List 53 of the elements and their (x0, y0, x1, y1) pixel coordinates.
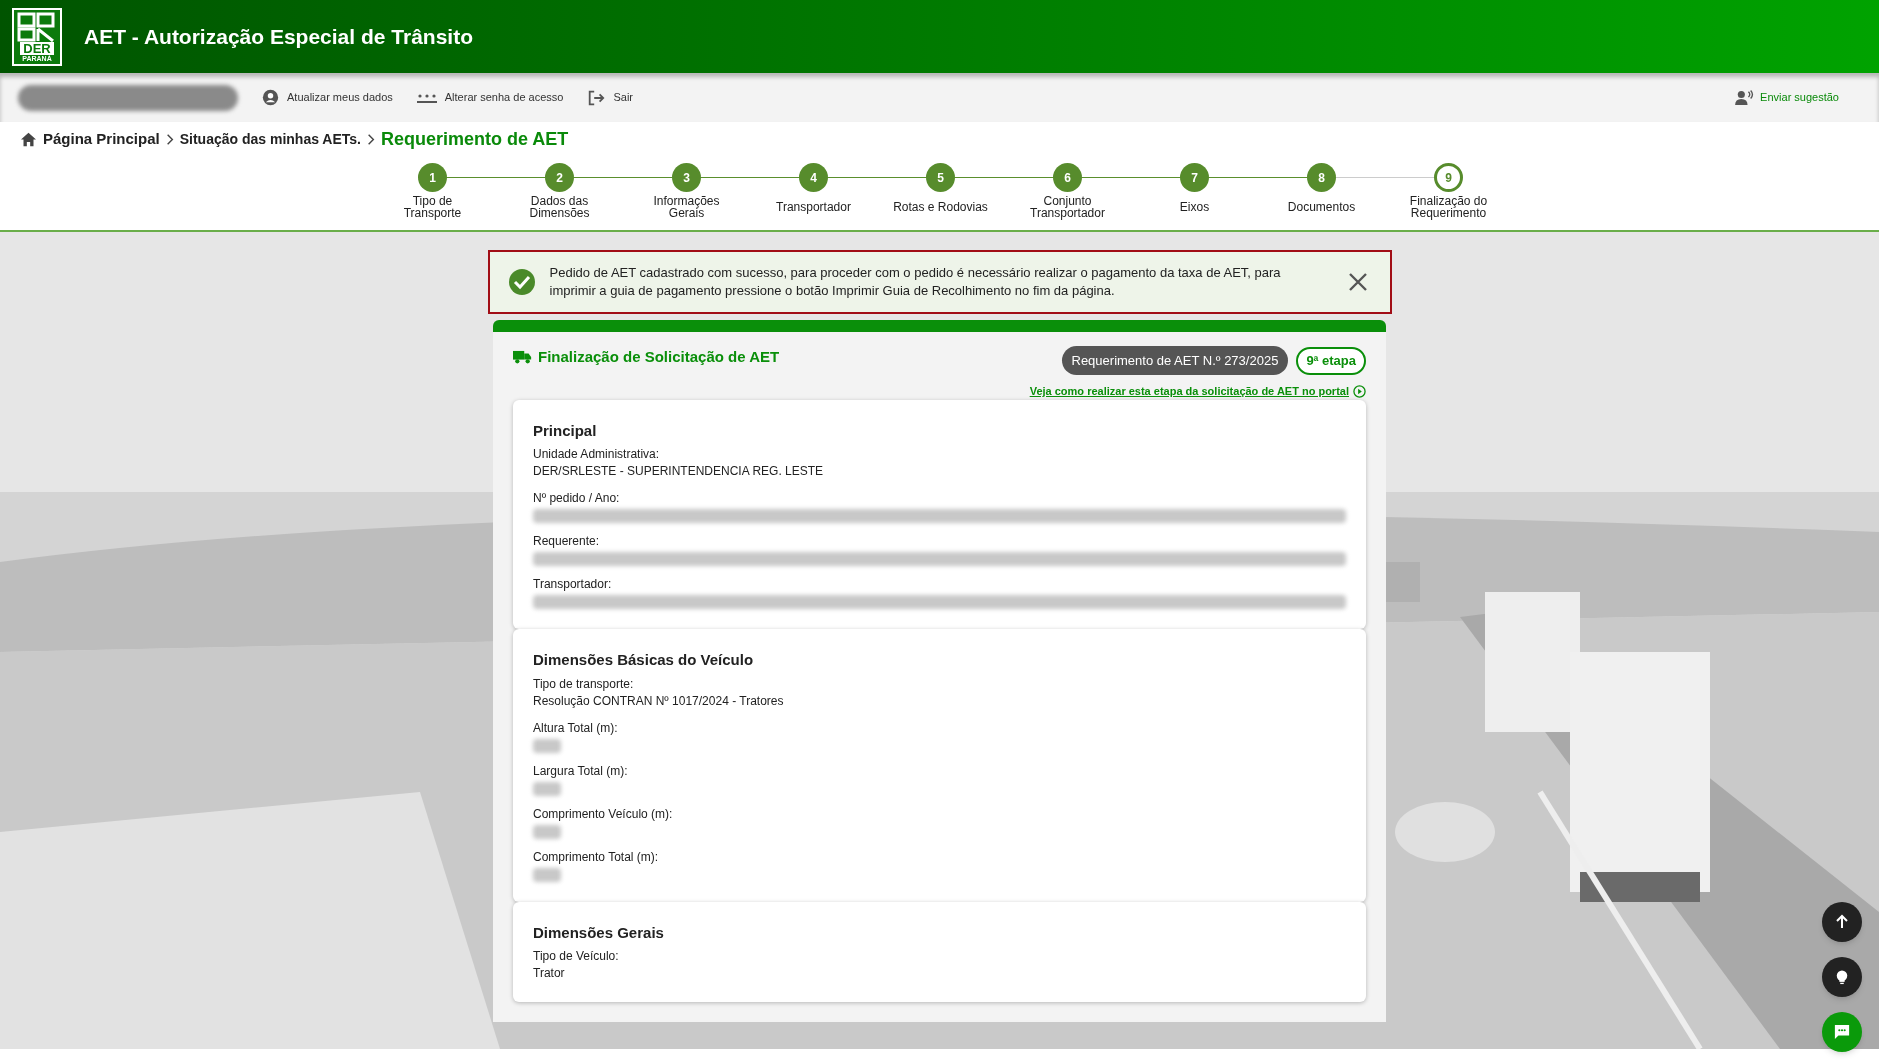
breadcrumb-current: Requerimento de AET (381, 128, 569, 151)
home-icon[interactable] (20, 132, 37, 147)
check-circle-icon (507, 268, 536, 296)
field-label: Comprimento Veículo (m): (533, 805, 674, 823)
field-label: Tipo de transporte: (533, 675, 635, 693)
step-label: Finalização do Requerimento (1408, 195, 1489, 219)
field-label: Unidade Administrativa: (533, 446, 661, 463)
play-circle-icon (1353, 384, 1366, 398)
step-label: Documentos (1287, 201, 1356, 213)
step-label: Eixos (1179, 201, 1210, 213)
section-title: Dimensões Gerais (533, 922, 665, 943)
section-title: Dimensões Básicas do Veículo (533, 650, 755, 670)
request-number-badge: Requerimento de AET N.º 273/2025 (1061, 346, 1289, 375)
arrow-up-icon (1834, 914, 1850, 930)
logo-mark-icon (17, 11, 57, 42)
field-label: Tipo de Veículo: (533, 948, 620, 965)
step-label: Informações Gerais (652, 195, 721, 219)
field-value: Trator (533, 965, 566, 982)
stage-badge: 9ª etapa (1296, 346, 1366, 375)
chevron-icon (367, 134, 375, 145)
step-label: Tipo de Transporte (402, 195, 463, 219)
speaking-person-icon (1734, 89, 1755, 106)
close-icon (1347, 272, 1368, 292)
app-title: AET - Autorização Especial de Trânsito (84, 23, 473, 50)
logout-icon (587, 88, 606, 107)
step-label: Conjunto Transportador (1029, 195, 1106, 219)
help-link[interactable]: Veja como realizar esta etapa da solicitação de AET no portal (1029, 383, 1366, 400)
toolbar-link[interactable]: Atualizar meus dados (262, 89, 393, 106)
logo-text: DER (20, 41, 54, 55)
field-label: Transportador: (533, 576, 613, 593)
lightbulb-icon (1835, 968, 1849, 986)
field-label: Altura Total (m): (533, 719, 619, 737)
field-label: Comprimento Total (m): (533, 848, 660, 866)
field-label: Nº pedido / Ano: (533, 490, 621, 507)
step-label: Transportador (776, 201, 851, 213)
chevron-icon (165, 134, 174, 145)
breadcrumb-link[interactable]: Página Principal (43, 128, 160, 151)
panel-title: Finalização de Solicitação de AET (538, 346, 780, 367)
user-icon (262, 89, 279, 106)
field-label: Largura Total (m): (533, 762, 629, 780)
toolbar-link[interactable]: Alterar senha de acesso (416, 89, 564, 106)
alert-message: Pedido de AET cadastrado com sucesso, para proceder com o pedido é necessário realizar o pagamento da taxa de AET, para imprimir a guia de pagamento pressione o botão Imprimir Guia de Recolhimento no fim da página. (549, 264, 1282, 300)
truck-icon (513, 350, 532, 364)
section-title: Principal (533, 420, 598, 441)
step-label: Rotas e Rodovias (893, 201, 988, 213)
field-label: Requerente: (533, 533, 601, 550)
field-value: Resolução CONTRAN Nº 1017/2024 - Tratores (533, 692, 785, 710)
toolbar-link[interactable]: Sair (587, 88, 633, 107)
breadcrumb-link[interactable]: Situação das minhas AETs. (179, 129, 361, 150)
suggestion-link[interactable]: Enviar sugestão (1734, 89, 1839, 106)
step-label: Dados das Dimensões (528, 195, 591, 219)
field-value: DER/SRLESTE - SUPERINTENDENCIA REG. LESTE (533, 463, 825, 480)
chat-icon (1834, 1024, 1850, 1040)
